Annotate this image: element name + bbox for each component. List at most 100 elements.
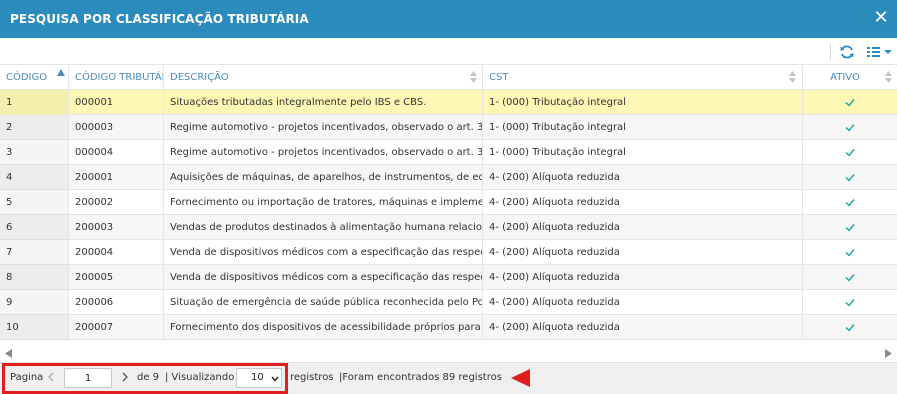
check-icon (845, 273, 855, 282)
sort-neutral-icon (885, 71, 892, 83)
table-row[interactable]: 5 200002 Fornecimento ou importação de t… (0, 190, 897, 215)
table-row[interactable]: 2 000003 Regime automotivo - projetos in… (0, 115, 897, 140)
column-chooser-icon[interactable] (866, 44, 894, 60)
cell-codigo-trib: 000001 (69, 90, 164, 115)
pager-viewing-label: | Visualizando (165, 372, 235, 383)
column-header-label: CÓDIGO (6, 72, 48, 83)
cell-cst: 1- (000) Tributação integral (483, 90, 803, 115)
refresh-icon[interactable] (839, 44, 855, 60)
cell-cst: 4- (200) Alíquota reduzida (483, 240, 803, 265)
column-header-ativo[interactable]: ATIVO (803, 65, 897, 90)
next-page-icon[interactable] (121, 372, 129, 382)
table-row[interactable]: 6 200003 Vendas de produtos destinados à… (0, 215, 897, 240)
dialog-titlebar: PESQUISA POR CLASSIFICAÇÃO TRIBUTÁRIA ✕ (0, 0, 897, 38)
column-header-codigo[interactable]: CÓDIGO (0, 65, 69, 90)
page-size-select[interactable]: 10 (236, 368, 282, 388)
grid-toolbar (0, 38, 897, 65)
cell-cst: 4- (200) Alíquota reduzida (483, 165, 803, 190)
table-row[interactable]: 3 000004 Regime automotivo - projetos in… (0, 140, 897, 165)
cell-codigo: 2 (0, 115, 69, 140)
cell-codigo-trib: 200005 (69, 265, 164, 290)
page-size-value: 10 (251, 372, 264, 383)
chevron-down-icon (271, 376, 279, 382)
cell-codigo-trib: 000003 (69, 115, 164, 140)
cell-descricao: Situação de emergência de saúde pública … (164, 290, 483, 315)
cell-descricao: Venda de dispositivos médicos com a espe… (164, 240, 483, 265)
cell-codigo: 10 (0, 315, 69, 340)
column-header-label: CÓDIGO TRIBUTÁRIO (75, 72, 163, 83)
cell-descricao: Fornecimento dos dispositivos de acessib… (164, 315, 483, 340)
previous-page-icon[interactable] (47, 372, 55, 382)
table-row[interactable]: 7 200004 Venda de dispositivos médicos c… (0, 240, 897, 265)
table-row[interactable]: 9 200006 Situação de emergência de saúde… (0, 290, 897, 315)
pager-records-label: registros (290, 372, 334, 383)
check-icon (845, 173, 855, 182)
cell-codigo-trib: 200003 (69, 215, 164, 240)
check-icon (845, 98, 855, 107)
cell-cst: 4- (200) Alíquota reduzida (483, 290, 803, 315)
column-header-label: DESCRIÇÃO (170, 72, 229, 83)
close-icon[interactable]: ✕ (873, 8, 889, 28)
pager-bar: Pagina de 9 | Visualizando 10 registros … (0, 362, 897, 394)
cell-ativo (803, 215, 897, 240)
cell-ativo (803, 90, 897, 115)
cell-cst: 4- (200) Alíquota reduzida (483, 315, 803, 340)
cell-ativo (803, 240, 897, 265)
cell-descricao: Aquisições de máquinas, de aparelhos, de… (164, 165, 483, 190)
check-icon (845, 223, 855, 232)
pager-found-count: |Foram encontrados 89 registros (339, 372, 502, 383)
cell-ativo (803, 115, 897, 140)
cell-cst: 4- (200) Alíquota reduzida (483, 190, 803, 215)
cell-ativo (803, 190, 897, 215)
column-header-label: CST (489, 72, 509, 83)
column-header-codigo-trib[interactable]: CÓDIGO TRIBUTÁRIO (69, 65, 164, 90)
column-header-cst[interactable]: CST (483, 65, 803, 90)
cell-codigo: 3 (0, 140, 69, 165)
cell-descricao: Situações tributadas integralmente pelo … (164, 90, 483, 115)
grid-header: CÓDIGO CÓDIGO TRIBUTÁRIO DESCRIÇÃO CST A… (0, 65, 897, 90)
check-icon (845, 298, 855, 307)
table-row[interactable]: 10 200007 Fornecimento dos dispositivos … (0, 315, 897, 340)
scroll-left-icon[interactable] (4, 349, 12, 358)
cell-codigo: 9 (0, 290, 69, 315)
check-icon (845, 148, 855, 157)
cell-descricao: Fornecimento ou importação de tratores, … (164, 190, 483, 215)
cell-codigo: 1 (0, 90, 69, 115)
cell-cst: 1- (000) Tributação integral (483, 140, 803, 165)
cell-ativo (803, 290, 897, 315)
cell-cst: 4- (200) Alíquota reduzida (483, 265, 803, 290)
cell-codigo-trib: 000004 (69, 140, 164, 165)
horizontal-scrollbar[interactable] (0, 345, 897, 362)
dialog-title: PESQUISA POR CLASSIFICAÇÃO TRIBUTÁRIA (10, 12, 309, 26)
cell-codigo-trib: 200002 (69, 190, 164, 215)
toolbar-divider (830, 44, 831, 60)
cell-codigo: 4 (0, 165, 69, 190)
table-row[interactable]: 1 000001 Situações tributadas integralme… (0, 90, 897, 115)
check-icon (845, 323, 855, 332)
cell-codigo: 8 (0, 265, 69, 290)
cell-ativo (803, 165, 897, 190)
column-header-label: ATIVO (830, 72, 860, 83)
cell-descricao: Vendas de produtos destinados à alimenta… (164, 215, 483, 240)
table-row[interactable]: 4 200001 Aquisições de máquinas, de apar… (0, 165, 897, 190)
cell-ativo (803, 265, 897, 290)
page-number-input[interactable] (64, 368, 112, 388)
red-arrow-icon (511, 369, 530, 387)
cell-codigo-trib: 200007 (69, 315, 164, 340)
table-row[interactable]: 8 200005 Venda de dispositivos médicos c… (0, 265, 897, 290)
column-header-descricao[interactable]: DESCRIÇÃO (164, 65, 483, 90)
sort-neutral-icon (470, 71, 477, 83)
pager-page-label: Pagina (10, 372, 44, 383)
sort-ascending-icon (57, 69, 65, 76)
cell-descricao: Venda de dispositivos médicos com a espe… (164, 265, 483, 290)
cell-descricao: Regime automotivo - projetos incentivado… (164, 115, 483, 140)
scroll-right-icon[interactable] (885, 349, 893, 358)
cell-descricao: Regime automotivo - projetos incentivado… (164, 140, 483, 165)
cell-codigo-trib: 200004 (69, 240, 164, 265)
cell-codigo-trib: 200001 (69, 165, 164, 190)
check-icon (845, 248, 855, 257)
cell-codigo: 5 (0, 190, 69, 215)
cell-ativo (803, 315, 897, 340)
cell-cst: 4- (200) Alíquota reduzida (483, 215, 803, 240)
cell-codigo: 6 (0, 215, 69, 240)
